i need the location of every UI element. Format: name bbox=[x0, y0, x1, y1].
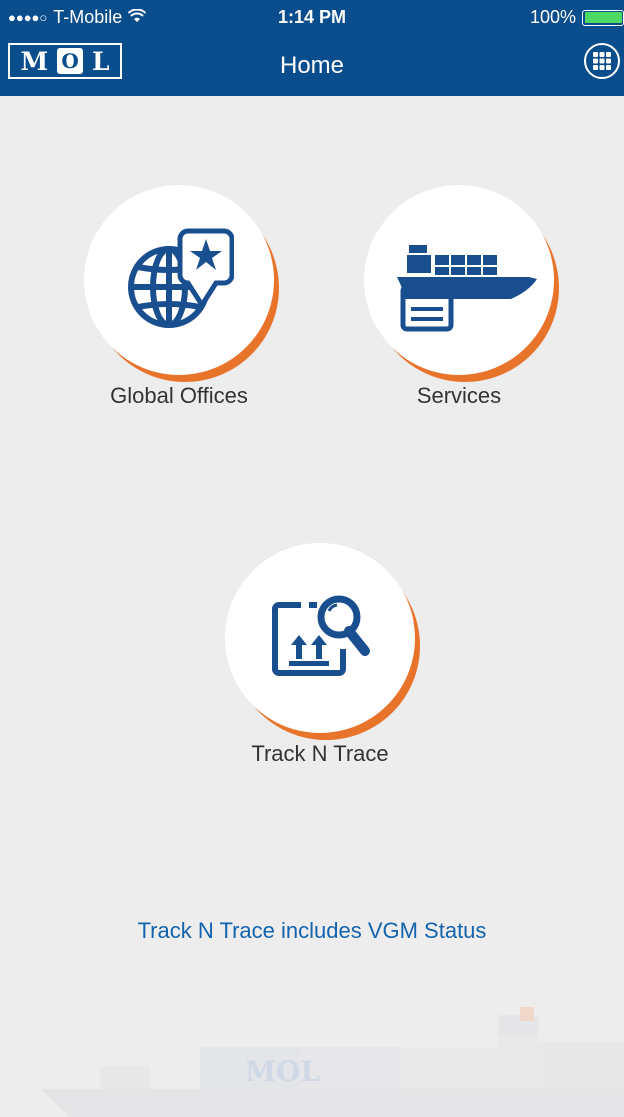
ship-logo-text: MOL bbox=[245, 1055, 320, 1088]
tile-services[interactable]: Services bbox=[364, 185, 554, 409]
tile-track-n-trace[interactable]: Track N Trace bbox=[225, 543, 415, 767]
page-title: Home bbox=[279, 52, 345, 79]
ship-schedule-icon bbox=[397, 245, 537, 332]
tile-circle bbox=[364, 185, 554, 375]
ship-background-icon: MOL bbox=[40, 1007, 624, 1117]
tile-label: Services bbox=[416, 383, 502, 408]
tile-circle bbox=[84, 185, 274, 375]
status-bar: ●●●●○ T-Mobile 1:14 PM 100% bbox=[0, 0, 624, 34]
grid-menu-button[interactable] bbox=[584, 43, 620, 79]
status-right: 100% bbox=[530, 7, 624, 28]
nav-bar: M O L Home bbox=[0, 34, 624, 96]
container-search-icon bbox=[272, 595, 370, 676]
tile-label: Track N Trace bbox=[251, 741, 389, 766]
globe-pin-icon bbox=[128, 228, 234, 328]
tile-global-offices[interactable]: Global Offices bbox=[84, 185, 274, 409]
battery-percent: 100% bbox=[529, 7, 576, 27]
tile-label: Global Offices bbox=[110, 383, 248, 408]
tile-circle bbox=[225, 543, 415, 733]
grid-menu-icon bbox=[593, 52, 611, 70]
vgm-status-link[interactable]: Track N Trace includes VGM Status bbox=[0, 918, 624, 944]
battery-icon bbox=[582, 9, 624, 26]
